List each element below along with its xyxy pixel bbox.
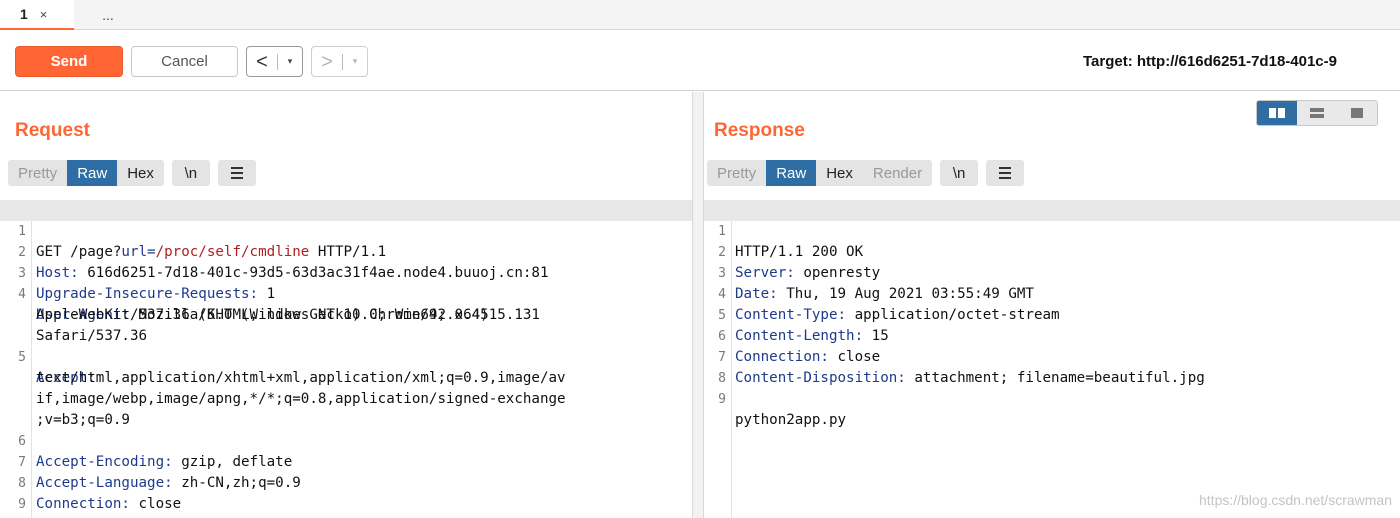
response-title: Response bbox=[714, 120, 805, 141]
code-line: Safari/537.36 bbox=[36, 328, 148, 344]
code-line: 7 Accept-Language: zh-CN,zh;q=0.9 bbox=[0, 431, 692, 491]
cancel-button[interactable]: Cancel bbox=[131, 46, 238, 77]
tab-hex[interactable]: Hex bbox=[816, 160, 863, 186]
chevron-left-icon: < bbox=[256, 50, 268, 73]
request-view-tabs: Pretty Raw Hex \n bbox=[8, 160, 256, 186]
newline-toggle[interactable]: \n bbox=[171, 160, 210, 186]
code-line: 3 Upgrade-Insecure-Requests: 1 bbox=[0, 242, 692, 302]
code-line: 1 HTTP/1.1 200 OK bbox=[704, 200, 1400, 260]
menu-button[interactable] bbox=[986, 160, 1025, 186]
code-line: 3 Date: Thu, 19 Aug 2021 03:55:49 GMT bbox=[704, 242, 1400, 302]
code-line: 9 bbox=[0, 473, 692, 512]
code-line: if,image/webp,image/apng,*/*;q=0.8,appli… bbox=[36, 391, 566, 407]
forward-button[interactable]: > ▾ bbox=[311, 46, 368, 77]
code-line: 1 GET /page?url=/proc/self/cmdline HTTP/… bbox=[0, 200, 692, 260]
tab-bar: 1 × ... bbox=[0, 0, 1400, 30]
dropdown-arrow-icon[interactable]: ▾ bbox=[278, 56, 302, 67]
code-line: 5 Accept: bbox=[0, 326, 692, 386]
close-icon[interactable]: × bbox=[40, 7, 48, 22]
request-editor[interactable]: 1 GET /page?url=/proc/self/cmdline HTTP/… bbox=[0, 200, 692, 518]
layout-stacked-icon[interactable] bbox=[1297, 101, 1337, 125]
code-line: 4 User-Agent: Mozilla/5.0 (Windows NT 10… bbox=[0, 263, 692, 323]
tab-1[interactable]: 1 × bbox=[0, 0, 74, 30]
tab-raw[interactable]: Raw bbox=[766, 160, 817, 186]
code-line: 6 Accept-Encoding: gzip, deflate bbox=[0, 410, 692, 470]
dropdown-arrow-icon[interactable]: ▾ bbox=[343, 56, 367, 67]
code-line: 7 Content-Disposition: attachment; filen… bbox=[704, 326, 1400, 386]
response-panel: Response Pretty Raw Hex Render \n 1 HTTP… bbox=[704, 92, 1400, 518]
menu-button[interactable] bbox=[217, 160, 256, 186]
tab-1-label: 1 bbox=[20, 6, 28, 22]
layout-toggle bbox=[1256, 100, 1378, 126]
tab-new[interactable]: ... bbox=[74, 0, 142, 30]
line-number: 9 bbox=[718, 392, 726, 407]
code-line: 4 Content-Type: application/octet-stream bbox=[704, 263, 1400, 323]
send-button[interactable]: Send bbox=[15, 46, 123, 77]
tab-pretty[interactable]: Pretty bbox=[8, 160, 68, 186]
code-line: 8 bbox=[704, 347, 1400, 386]
layout-tabs-icon[interactable] bbox=[1337, 101, 1377, 125]
code-line: AppleWebKit/537.36 (KHTML, like Gecko) C… bbox=[36, 307, 540, 323]
target-label[interactable]: Target: http://616d6251-7d18-401c-9 bbox=[1083, 53, 1337, 70]
code-line: ;v=b3;q=0.9 bbox=[36, 412, 130, 428]
back-button[interactable]: < ▾ bbox=[246, 46, 303, 77]
layout-side-by-side-icon[interactable] bbox=[1257, 101, 1297, 125]
code-line: text/html,application/xhtml+xml,applicat… bbox=[36, 370, 566, 386]
toolbar: Send Cancel < ▾ > ▾ Target: http://616d6… bbox=[0, 31, 1400, 91]
chevron-right-icon: > bbox=[321, 50, 333, 73]
request-panel: Request Pretty Raw Hex \n 1 GET /page?ur… bbox=[0, 92, 692, 518]
menu-icon bbox=[999, 167, 1012, 179]
code-line: 9 python2app.py bbox=[704, 368, 1400, 428]
watermark: https://blog.csdn.net/scrawman bbox=[1199, 492, 1392, 508]
tab-hex[interactable]: Hex bbox=[117, 160, 164, 186]
request-title: Request bbox=[15, 120, 90, 141]
response-view-tabs: Pretty Raw Hex Render \n bbox=[707, 160, 1025, 186]
newline-toggle[interactable]: \n bbox=[940, 160, 979, 186]
code-line: 2 Host: 616d6251-7d18-401c-93d5-63d3ac31… bbox=[0, 221, 692, 281]
code-line: 5 Content-Length: 15 bbox=[704, 284, 1400, 344]
code-line: 2 Server: openresty bbox=[704, 221, 1400, 281]
tab-raw[interactable]: Raw bbox=[67, 160, 118, 186]
panel-divider[interactable] bbox=[692, 92, 704, 518]
tab-render[interactable]: Render bbox=[862, 160, 933, 186]
response-editor[interactable]: 1 HTTP/1.1 200 OK 2 Server: openresty 3 … bbox=[704, 200, 1400, 518]
code-line: 10 bbox=[0, 494, 692, 515]
code-line: 6 Connection: close bbox=[704, 305, 1400, 365]
code-line: 8 Connection: close bbox=[0, 452, 692, 512]
menu-icon bbox=[230, 167, 243, 179]
tab-pretty[interactable]: Pretty bbox=[707, 160, 767, 186]
